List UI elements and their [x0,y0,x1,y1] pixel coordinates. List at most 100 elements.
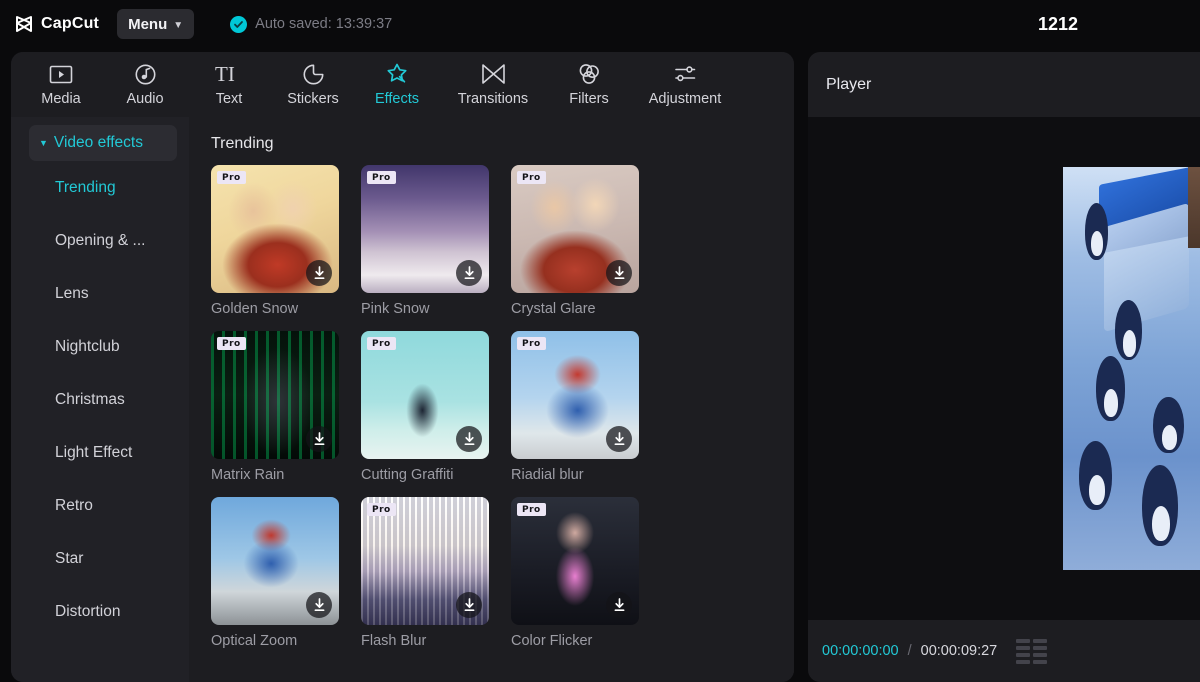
player-video-preview[interactable] [1063,167,1200,570]
grid-list-icon[interactable] [1016,639,1047,664]
effect-thumbnail[interactable]: Pro [361,165,489,293]
download-icon[interactable] [606,260,632,286]
sidebar-item-label: Christmas [55,391,125,409]
effect-card[interactable]: ProCrystal Glare [511,165,639,331]
sidebar-item-label: Lens [55,285,89,303]
effect-thumbnail[interactable]: Pro [361,331,489,459]
sidebar-item-lens[interactable]: Lens [11,267,189,320]
video-effects-dropdown-label: Video effects [54,134,143,152]
download-icon[interactable] [306,260,332,286]
effect-card-label: Golden Snow [211,301,339,317]
download-icon[interactable] [606,592,632,618]
sidebar-item-light-effect[interactable]: Light Effect [11,426,189,479]
media-play-icon [49,62,73,86]
library-tabstrip: Media Audio TI Text [11,52,794,117]
tab-effects-label: Effects [375,91,419,107]
preview-penguin [1142,465,1178,546]
pro-badge: Pro [517,337,546,350]
effect-card[interactable]: Pro Riadial blur [511,331,639,497]
video-effects-dropdown[interactable]: ▼ Video effects [29,125,177,161]
pro-badge: Pro [517,171,546,184]
effect-thumbnail[interactable]: Pro [511,165,639,293]
session-counter: 1212 [916,14,1200,35]
tab-media[interactable]: Media [19,54,103,116]
sidebar-item-label: Distortion [55,603,120,621]
sidebar-item-label: Trending [55,179,116,197]
effect-card-label: Cutting Graffiti [361,467,489,483]
sidebar-item-christmas[interactable]: Christmas [11,373,189,426]
effect-thumbnail[interactable]: Pro [361,497,489,625]
effect-thumbnail[interactable]: Pro [511,331,639,459]
sidebar-item-trending[interactable]: Trending [11,161,189,214]
download-icon[interactable] [456,260,482,286]
capcut-logo-icon [14,15,34,33]
effect-card[interactable]: ProFlash Blur [361,497,489,663]
menu-button[interactable]: Menu ▼ [117,9,194,39]
caret-down-icon: ▼ [39,138,48,148]
player-panel: Player 00:00:00:00 / 00:00:09:27 [808,52,1200,682]
download-icon[interactable] [456,592,482,618]
effects-grid-area: Trending Pro Golden Snow Pro Pink Snow ProCr… [189,117,794,682]
effect-card[interactable]: Pro Cutting Graffiti [361,331,489,497]
effect-thumbnail[interactable]: Pro [511,497,639,625]
tab-stickers[interactable]: Stickers [271,54,355,116]
sidebar-item-label: Nightclub [55,338,120,356]
text-ti-icon: TI [214,62,244,86]
effect-card-label: Pink Snow [361,301,489,317]
effects-category-sidebar: ▼ Video effects Trending Opening & ... L… [11,117,189,682]
svg-text:TI: TI [215,63,235,85]
sidebar-item-opening[interactable]: Opening & ... [11,214,189,267]
effect-card[interactable]: Pro Color Flicker [511,497,639,663]
effect-card-label: Color Flicker [511,633,639,649]
player-title: Player [808,52,1200,117]
autosave-status: Auto saved: 13:39:37 [230,16,392,33]
effect-card[interactable]: Optical Zoom [211,497,339,663]
download-icon[interactable] [456,426,482,452]
sidebar-item-retro[interactable]: Retro [11,479,189,532]
tab-text[interactable]: TI Text [187,54,271,116]
tab-adjustment[interactable]: Adjustment [631,54,739,116]
download-icon[interactable] [606,426,632,452]
effect-thumbnail[interactable]: Pro [211,331,339,459]
sidebar-item-label: Opening & ... [55,232,145,250]
download-icon[interactable] [306,426,332,452]
effect-card-label: Matrix Rain [211,467,339,483]
sidebar-item-star[interactable]: Star [11,532,189,585]
tab-filters[interactable]: Filters [547,54,631,116]
current-timecode[interactable]: 00:00:00:00 [822,643,899,659]
tab-transitions-label: Transitions [458,91,528,107]
tab-effects[interactable]: Effects [355,54,439,116]
pro-badge: Pro [367,337,396,350]
autosave-text: Auto saved: 13:39:37 [255,16,392,32]
effect-thumbnail[interactable] [211,497,339,625]
effect-card[interactable]: Pro Pink Snow [361,165,489,331]
sticker-icon [302,62,325,86]
audio-note-icon [134,62,157,86]
effects-grid-title: Trending [211,135,794,153]
pro-badge: Pro [517,503,546,516]
total-duration: 00:00:09:27 [921,643,998,659]
filters-icon [577,62,601,86]
tab-transitions[interactable]: Transitions [439,54,547,116]
title-bar: CapCut Menu ▼ Auto saved: 13:39:37 1212 [0,0,1200,48]
sidebar-item-distortion[interactable]: Distortion [11,585,189,638]
effect-card[interactable]: Pro Golden Snow [211,165,339,331]
check-circle-icon [230,16,247,33]
tab-stickers-label: Stickers [287,91,339,107]
effect-thumbnail[interactable]: Pro [211,165,339,293]
effect-card-label: Riadial blur [511,467,639,483]
sidebar-item-nightclub[interactable]: Nightclub [11,320,189,373]
tab-audio[interactable]: Audio [103,54,187,116]
effect-card[interactable]: Pro Matrix Rain [211,331,339,497]
pro-badge: Pro [217,171,246,184]
tab-media-label: Media [41,91,81,107]
effect-card-label: Optical Zoom [211,633,339,649]
menu-button-label: Menu [128,16,167,33]
preview-post [1188,167,1200,248]
timecode-separator: / [908,643,912,659]
transitions-icon [481,62,506,86]
download-icon[interactable] [306,592,332,618]
player-stage [808,117,1200,620]
preview-penguin [1085,203,1108,259]
sidebar-item-label: Retro [55,497,93,515]
